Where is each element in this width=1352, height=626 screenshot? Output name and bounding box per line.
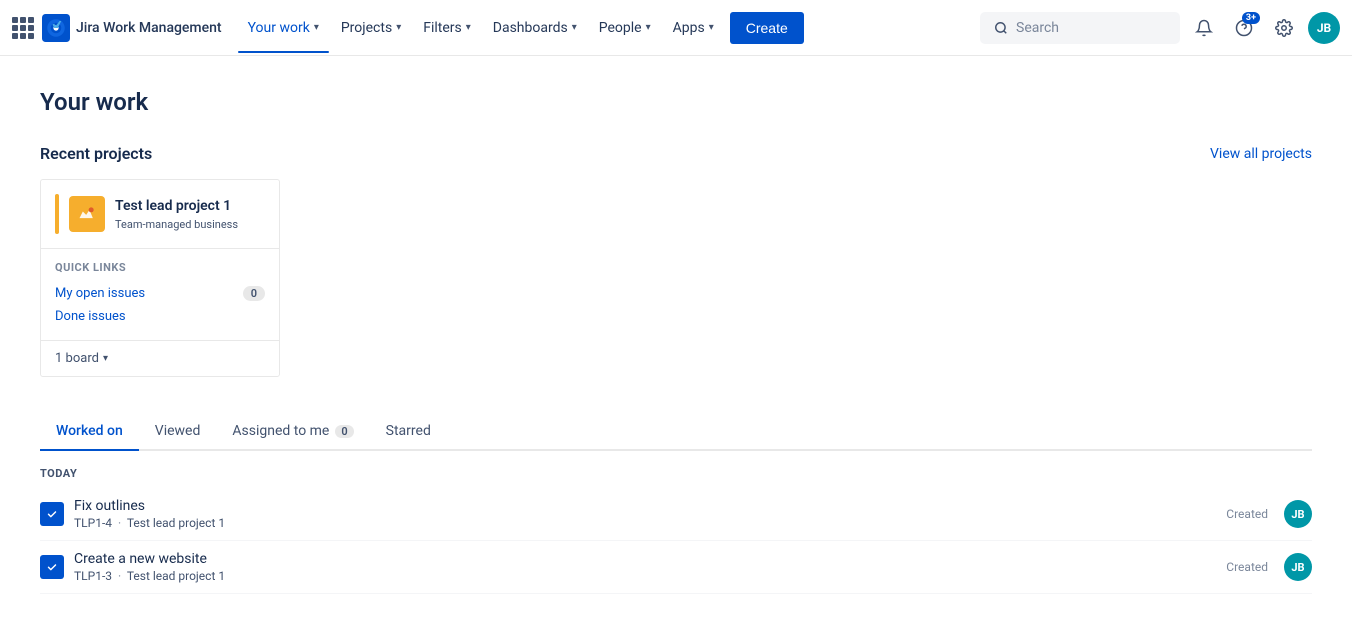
gear-icon [1275, 19, 1293, 37]
work-item-avatar: JB [1284, 553, 1312, 581]
chevron-down-icon: ▾ [466, 22, 471, 33]
nav-item-apps[interactable]: Apps ▾ [663, 12, 724, 44]
items-section: TODAY Fix outlines TLP1-4 · Test lead pr… [40, 451, 1312, 594]
nav-item-your-work[interactable]: Your work ▾ [238, 12, 329, 44]
work-item-title: Create a new website [74, 551, 1226, 567]
recent-projects-label: Recent projects [40, 144, 152, 163]
work-item-meta: TLP1-3 · Test lead project 1 [74, 569, 1226, 583]
work-item[interactable]: Fix outlines TLP1-4 · Test lead project … [40, 488, 1312, 541]
project-card-header: Test lead project 1 Team-managed busines… [41, 180, 279, 249]
help-button[interactable]: 3+ [1228, 12, 1260, 44]
chevron-down-icon: ▾ [103, 353, 108, 364]
chevron-down-icon: ▾ [646, 22, 651, 33]
help-badge: 3+ [1242, 12, 1260, 24]
recent-projects-header: Recent projects View all projects [40, 144, 1312, 163]
project-info: Test lead project 1 Team-managed busines… [115, 197, 265, 230]
nav-item-people[interactable]: People ▾ [589, 12, 661, 44]
view-all-projects-link[interactable]: View all projects [1210, 146, 1312, 162]
work-item-avatar: JB [1284, 500, 1312, 528]
page-title: Your work [40, 88, 1312, 116]
tab-assigned-to-me[interactable]: Assigned to me 0 [216, 413, 369, 451]
search-box[interactable]: Search [980, 12, 1180, 44]
create-button[interactable]: Create [730, 12, 804, 44]
nav-left: Jira Work Management [12, 14, 230, 42]
chevron-down-icon: ▾ [314, 22, 319, 33]
chevron-down-icon: ▾ [572, 22, 577, 33]
project-icon [69, 196, 105, 232]
project-card[interactable]: Test lead project 1 Team-managed busines… [40, 179, 280, 377]
logo[interactable]: Jira Work Management [42, 14, 222, 42]
search-placeholder: Search [1016, 20, 1059, 36]
today-label: TODAY [40, 451, 1312, 488]
work-item-info: Create a new website TLP1-3 · Test lead … [74, 551, 1226, 583]
project-type: Team-managed business [115, 218, 265, 231]
project-card-body: QUICK LINKS My open issues 0 Done issues [41, 249, 279, 340]
tab-viewed[interactable]: Viewed [139, 413, 217, 451]
quick-link-done-issues[interactable]: Done issues [55, 305, 265, 328]
work-item-status: Created [1226, 560, 1268, 574]
search-icon [994, 21, 1008, 35]
quick-link-my-open-issues[interactable]: My open issues 0 [55, 282, 265, 305]
project-color-bar [55, 194, 59, 234]
notifications-button[interactable] [1188, 12, 1220, 44]
nav-item-projects[interactable]: Projects ▾ [331, 12, 411, 44]
settings-button[interactable] [1268, 12, 1300, 44]
work-item-title: Fix outlines [74, 498, 1226, 514]
project-card-footer[interactable]: 1 board ▾ [41, 340, 279, 376]
tab-worked-on[interactable]: Worked on [40, 413, 139, 451]
chevron-down-icon: ▾ [709, 22, 714, 33]
work-item-icon [40, 555, 64, 579]
work-item[interactable]: Create a new website TLP1-3 · Test lead … [40, 541, 1312, 594]
nav-right: Search 3+ JB [980, 12, 1340, 44]
tabs: Worked on Viewed Assigned to me 0 Starre… [40, 413, 1312, 451]
logo-text: Jira Work Management [76, 20, 222, 36]
user-avatar[interactable]: JB [1308, 12, 1340, 44]
work-item-meta: TLP1-4 · Test lead project 1 [74, 516, 1226, 530]
bell-icon [1195, 19, 1213, 37]
work-item-icon [40, 502, 64, 526]
work-item-info: Fix outlines TLP1-4 · Test lead project … [74, 498, 1226, 530]
grid-menu-icon[interactable] [12, 17, 34, 39]
main-content: Your work Recent projects View all proje… [0, 56, 1352, 626]
assigned-to-me-badge: 0 [335, 425, 353, 438]
nav-item-filters[interactable]: Filters ▾ [413, 12, 481, 44]
quick-links-label: QUICK LINKS [55, 261, 265, 274]
nav-items: Your work ▾ Projects ▾ Filters ▾ Dashboa… [238, 12, 804, 44]
work-item-status: Created [1226, 507, 1268, 521]
chevron-down-icon: ▾ [396, 22, 401, 33]
project-name: Test lead project 1 [115, 197, 265, 215]
tabs-section: Worked on Viewed Assigned to me 0 Starre… [40, 413, 1312, 594]
tab-starred[interactable]: Starred [370, 413, 447, 451]
nav-item-dashboards[interactable]: Dashboards ▾ [483, 12, 587, 44]
open-issues-badge: 0 [243, 286, 265, 301]
top-navigation: Jira Work Management Your work ▾ Project… [0, 0, 1352, 56]
